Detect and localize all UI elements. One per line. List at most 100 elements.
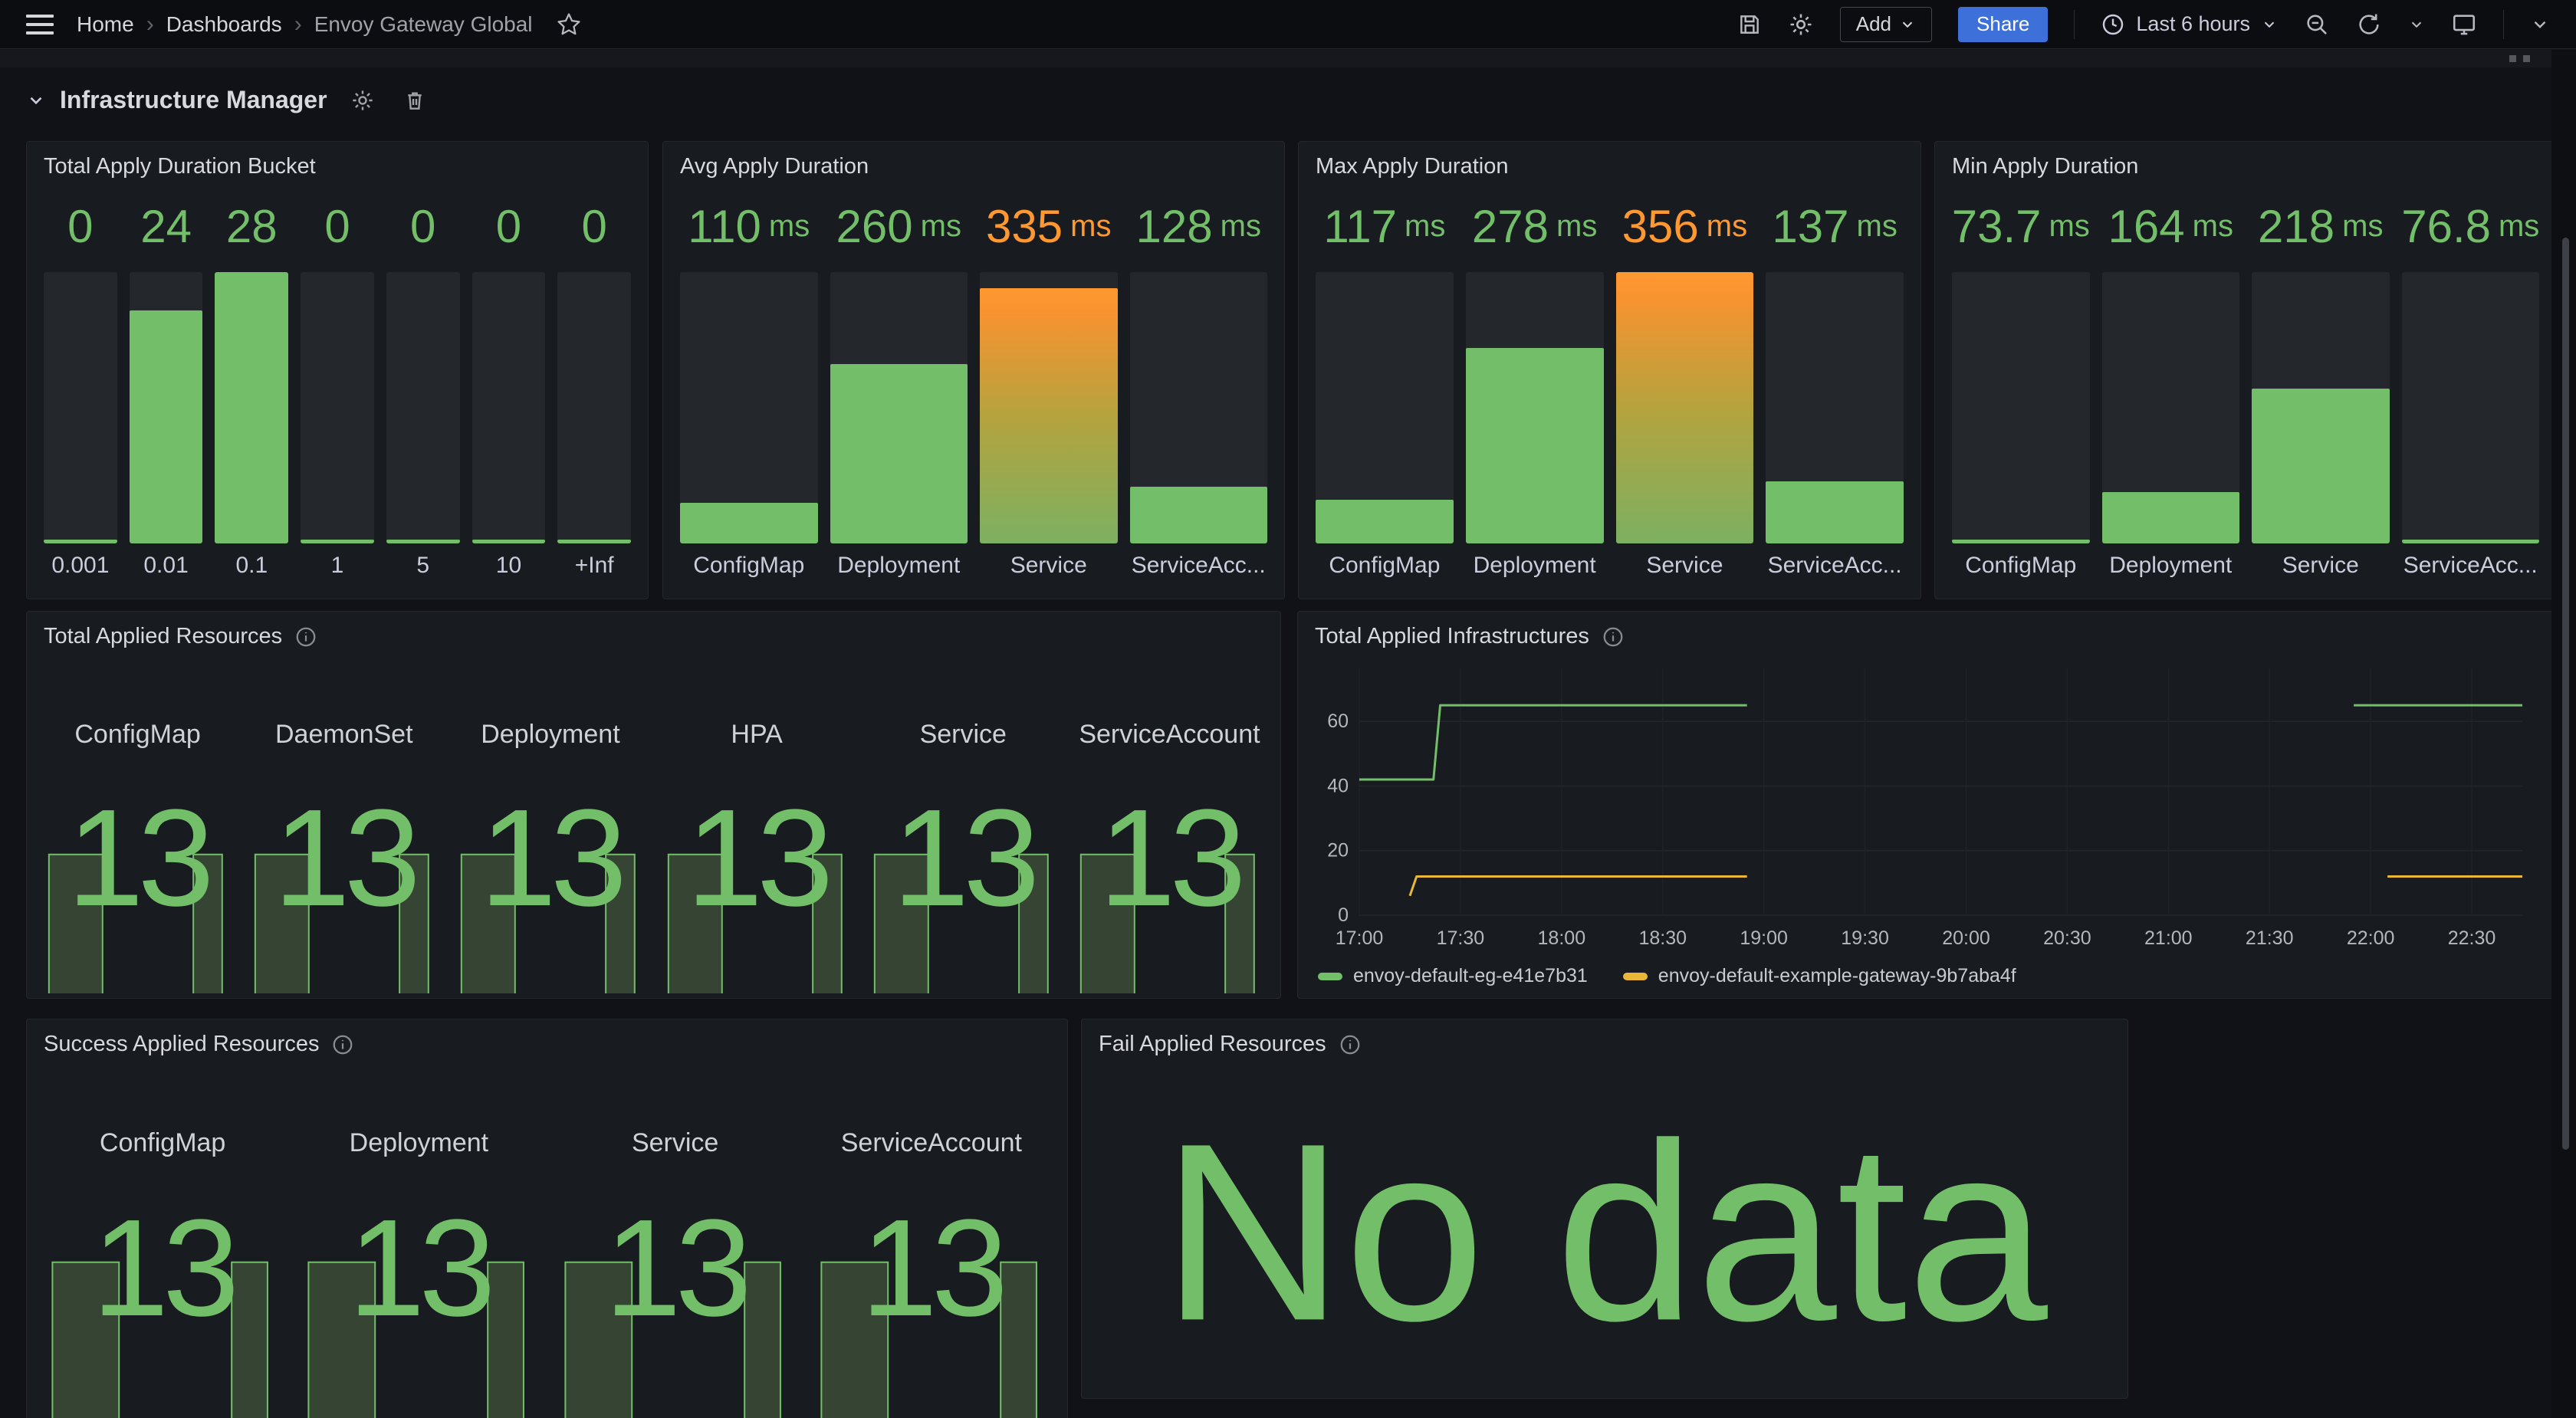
panel-title[interactable]: Min Apply Duration bbox=[1952, 154, 2138, 179]
gauge-label: 0.01 bbox=[143, 543, 188, 588]
gauge-label: Service bbox=[2282, 543, 2359, 588]
panel-total-applied-resources: Total Applied Resources ConfigMap13 Daem… bbox=[26, 611, 1281, 999]
gauge-track bbox=[130, 272, 203, 543]
collapse-navbar-chevron-icon[interactable] bbox=[2530, 15, 2550, 34]
stat-label: ConfigMap bbox=[34, 720, 241, 750]
legend-item-example-gateway[interactable]: envoy-default-example-gateway-9b7aba4f bbox=[1623, 965, 2016, 987]
star-icon[interactable] bbox=[556, 11, 582, 38]
gauge-unit: ms bbox=[2499, 209, 2539, 244]
legend-item-eg[interactable]: envoy-default-eg-e41e7b31 bbox=[1318, 965, 1588, 987]
gauge-label: 0.1 bbox=[235, 543, 268, 588]
gauge-fill bbox=[215, 272, 288, 543]
row-infrastructure-manager[interactable]: Infrastructure Manager bbox=[26, 86, 427, 114]
legend-series-color bbox=[1318, 973, 1342, 980]
legend-series-label: envoy-default-eg-e41e7b31 bbox=[1353, 965, 1588, 987]
dashboard-settings-icon[interactable] bbox=[1788, 11, 1814, 38]
menu-icon[interactable] bbox=[26, 15, 54, 34]
bar-gauge: 00.001 240.01 280.1 01 05 010 0+Inf bbox=[44, 191, 631, 588]
panel-title[interactable]: Fail Applied Resources bbox=[1099, 1032, 1326, 1057]
svg-text:17:30: 17:30 bbox=[1437, 927, 1485, 949]
save-icon[interactable] bbox=[1737, 12, 1762, 37]
breadcrumb-home[interactable]: Home bbox=[77, 12, 134, 37]
stat-configmap: ConfigMap13 bbox=[34, 642, 241, 993]
gauge-value: 0 bbox=[324, 200, 350, 253]
breadcrumb-dashboards[interactable]: Dashboards bbox=[166, 12, 282, 37]
gauge-label: +Inf bbox=[575, 543, 614, 588]
gauge-track bbox=[1952, 272, 2090, 543]
time-series-chart[interactable]: 020406017:0017:3018:0018:3019:0019:3020:… bbox=[1315, 662, 2539, 955]
gauge-fill bbox=[830, 364, 968, 543]
stat-daemonset: DaemonSet13 bbox=[241, 642, 447, 993]
gauge-column: 218msService bbox=[2252, 191, 2390, 588]
gauge-label: 5 bbox=[416, 543, 429, 588]
gauge-column: 110msConfigMap bbox=[680, 191, 818, 588]
divider bbox=[2503, 10, 2504, 39]
svg-text:21:00: 21:00 bbox=[2144, 927, 2193, 949]
gauge-unit: ms bbox=[2193, 209, 2233, 244]
gauge-fill bbox=[2102, 492, 2240, 543]
stat-grid: ConfigMap13 DaemonSet13 Deployment13 HPA… bbox=[34, 642, 1273, 993]
gauge-unit: ms bbox=[2342, 209, 2383, 244]
stat-value: 13 bbox=[291, 1200, 547, 1338]
svg-text:22:00: 22:00 bbox=[2347, 927, 2395, 949]
gauge-track bbox=[301, 272, 374, 543]
zoom-out-icon[interactable] bbox=[2304, 11, 2330, 38]
stat-label: DaemonSet bbox=[241, 720, 447, 750]
time-range-label: Last 6 hours bbox=[2136, 12, 2250, 36]
gauge-track bbox=[830, 272, 968, 543]
svg-text:20:30: 20:30 bbox=[2043, 927, 2091, 949]
panel-avg-apply-duration: Avg Apply Duration 110msConfigMap 260msD… bbox=[662, 141, 1285, 599]
svg-text:21:30: 21:30 bbox=[2246, 927, 2294, 949]
refresh-interval-chevron-icon[interactable] bbox=[2408, 16, 2425, 33]
gauge-column: 117msConfigMap bbox=[1316, 191, 1454, 588]
panel-title[interactable]: Total Applied Infrastructures bbox=[1315, 624, 1589, 649]
gauge-fill bbox=[1130, 487, 1268, 543]
share-button[interactable]: Share bbox=[1958, 7, 2048, 42]
gauge-track bbox=[2402, 272, 2540, 543]
stat-hpa: HPA13 bbox=[654, 642, 860, 993]
stat-label: Deployment bbox=[291, 1128, 547, 1158]
gauge-value: 0 bbox=[496, 200, 521, 253]
gauge-fill bbox=[1316, 500, 1454, 543]
gauge-column: 00.001 bbox=[44, 191, 117, 588]
gauge-label: ConfigMap bbox=[1965, 543, 2076, 588]
stat-service: Service13 bbox=[547, 1050, 803, 1418]
svg-text:40: 40 bbox=[1327, 775, 1349, 796]
stat-value: 13 bbox=[860, 789, 1066, 927]
stat-label: ServiceAccount bbox=[803, 1128, 1060, 1158]
info-icon[interactable] bbox=[1339, 1033, 1362, 1056]
row-settings-icon[interactable] bbox=[350, 88, 375, 113]
gauge-label: Deployment bbox=[837, 543, 960, 588]
panel-title[interactable]: Avg Apply Duration bbox=[680, 154, 869, 179]
gauge-label: Service bbox=[1646, 543, 1723, 588]
section-title: Infrastructure Manager bbox=[60, 86, 327, 114]
refresh-icon[interactable] bbox=[2356, 11, 2382, 38]
time-range-picker[interactable]: Last 6 hours bbox=[2101, 12, 2278, 37]
add-button[interactable]: Add bbox=[1840, 7, 1932, 42]
gauge-label: ServiceAcc... bbox=[1132, 543, 1266, 588]
gauge-value: 356 bbox=[1622, 200, 1699, 253]
scrollbar-thumb[interactable] bbox=[2562, 238, 2569, 1150]
gauge-value: 0 bbox=[67, 200, 93, 253]
panel-title[interactable]: Total Apply Duration Bucket bbox=[44, 154, 316, 179]
stat-label: Deployment bbox=[447, 720, 653, 750]
gauge-track bbox=[386, 272, 460, 543]
svg-text:18:30: 18:30 bbox=[1638, 927, 1687, 949]
gauge-track bbox=[1466, 272, 1604, 543]
chart-legend: envoy-default-eg-e41e7b31 envoy-default-… bbox=[1318, 965, 2016, 987]
svg-text:19:30: 19:30 bbox=[1841, 927, 1889, 949]
breadcrumb: Home › Dashboards › Envoy Gateway Global bbox=[77, 11, 533, 38]
stat-deployment: Deployment13 bbox=[447, 642, 653, 993]
panel-title[interactable]: Max Apply Duration bbox=[1316, 154, 1508, 179]
info-icon[interactable] bbox=[1602, 625, 1625, 648]
divider bbox=[2074, 10, 2075, 39]
tv-mode-icon[interactable] bbox=[2451, 11, 2477, 38]
chevron-down-icon bbox=[26, 90, 46, 110]
gauge-value: 0 bbox=[581, 200, 606, 253]
panel-corner-dot bbox=[2509, 55, 2516, 62]
gauge-fill bbox=[1616, 272, 1754, 543]
gauge-fill bbox=[1466, 348, 1604, 543]
stat-label: ServiceAccount bbox=[1066, 720, 1273, 750]
row-delete-icon[interactable] bbox=[402, 88, 427, 113]
gauge-unit: ms bbox=[2049, 209, 2089, 244]
